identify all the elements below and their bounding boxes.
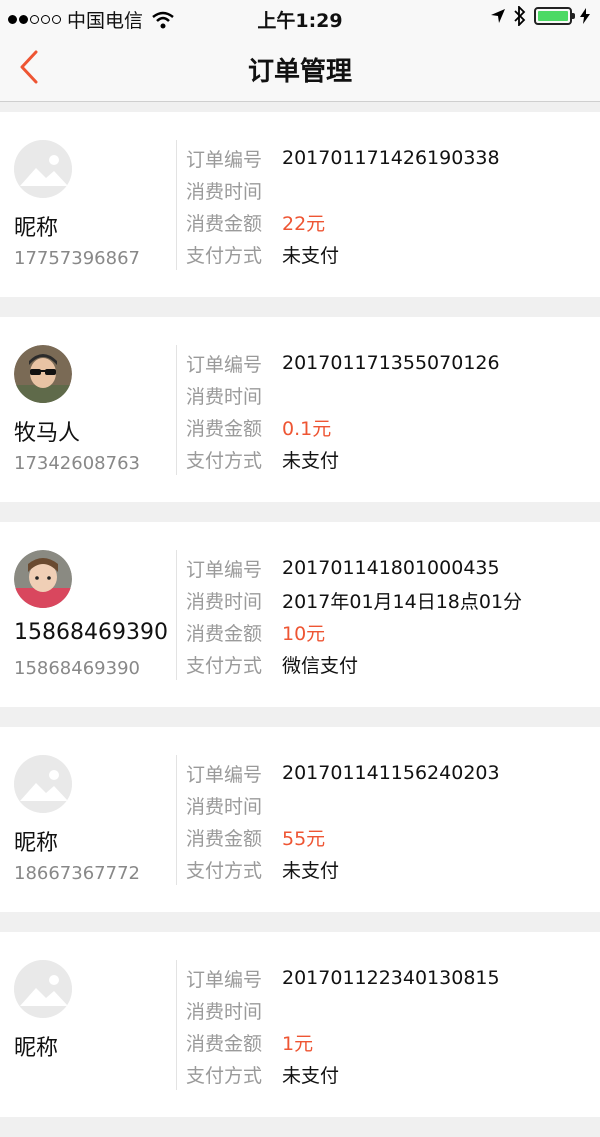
time-row: 消费时间 [186,789,500,821]
phone-number: 18667367772 [14,863,140,884]
order-info: 订单编号 201701141801000435 消费时间 2017年01月14日… [186,552,522,680]
phone-number: 17757396867 [14,248,140,269]
payment-label: 支付方式 [186,859,263,882]
amount-value: 10元 [282,622,326,645]
order-info: 订单编号 201701171426190338 消费时间 消费金额 22元 支付… [186,142,500,270]
payment-row: 支付方式 未支付 [186,1058,500,1090]
avatar [14,960,72,1018]
navigation-bar: 订单管理 [0,34,600,102]
status-bar: 中国电信 上午1:29 [0,0,600,34]
placeholder-image-icon [14,140,72,198]
amount-row: 消费金额 22元 [186,206,500,238]
order-no-value: 201701171355070126 [282,352,500,374]
payment-value: 未支付 [282,1064,340,1087]
divider [176,755,177,885]
avatar [14,345,72,403]
divider [176,960,177,1090]
amount-label: 消费金额 [186,622,263,645]
time-row: 消费时间 [186,994,500,1026]
time-label: 消费时间 [186,590,263,613]
placeholder-image-icon [14,755,72,813]
time-row: 消费时间 [186,379,500,411]
order-no-row: 订单编号 201701141156240203 [186,757,500,789]
phone-number: 17342608763 [14,453,140,474]
payment-value: 未支付 [282,449,340,472]
phone-number: 15868469390 [14,658,140,679]
battery-icon [534,7,575,25]
nickname: 15868469390 [14,620,168,645]
nickname: 昵称 [14,1036,59,1061]
location-arrow-icon [491,9,505,23]
payment-row: 支付方式 微信支付 [186,648,522,680]
order-no-value: 201701171426190338 [282,147,500,169]
amount-label: 消费金额 [186,417,263,440]
order-info: 订单编号 201701122340130815 消费时间 消费金额 1元 支付方… [186,962,500,1090]
payment-row: 支付方式 未支付 [186,443,500,475]
amount-value: 55元 [282,827,326,850]
order-card[interactable]: 15868469390 15868469390 订单编号 20170114180… [0,522,600,707]
amount-value: 1元 [282,1032,314,1055]
amount-value: 0.1元 [282,417,332,440]
order-card[interactable]: 昵称 18667367772 订单编号 201701141156240203 消… [0,727,600,912]
order-no-label: 订单编号 [186,558,263,581]
payment-value: 未支付 [282,244,340,267]
order-no-label: 订单编号 [186,353,263,376]
order-no-label: 订单编号 [186,148,263,171]
divider [176,550,177,680]
time-value: 2017年01月14日18点01分 [282,590,523,613]
time-row: 消费时间 [186,174,500,206]
order-card[interactable]: 牧马人 17342608763 订单编号 201701171355070126 … [0,317,600,502]
amount-row: 消费金额 55元 [186,821,500,853]
payment-label: 支付方式 [186,1064,263,1087]
order-no-row: 订单编号 201701141801000435 [186,552,522,584]
amount-label: 消费金额 [186,1032,263,1055]
payment-value: 未支付 [282,859,340,882]
amount-row: 消费金额 0.1元 [186,411,500,443]
time-label: 消费时间 [186,180,263,203]
amount-value: 22元 [282,212,326,235]
payment-row: 支付方式 未支付 [186,853,500,885]
order-no-label: 订单编号 [186,763,263,786]
charging-bolt-icon [580,8,590,24]
amount-label: 消费金额 [186,212,263,235]
time-label: 消费时间 [186,795,263,818]
amount-row: 消费金额 10元 [186,616,522,648]
payment-label: 支付方式 [186,654,263,677]
payment-label: 支付方式 [186,244,263,267]
user-photo-icon [14,550,72,608]
nickname: 昵称 [14,831,59,856]
order-card[interactable]: 昵称 订单编号 201701122340130815 消费时间 消费金额 1元 … [0,932,600,1117]
user-photo-icon [14,345,72,403]
amount-label: 消费金额 [186,827,263,850]
avatar [14,755,72,813]
time-row: 消费时间 2017年01月14日18点01分 [186,584,522,616]
divider [176,345,177,475]
order-card[interactable]: 昵称 17757396867 订单编号 201701171426190338 消… [0,112,600,297]
amount-row: 消费金额 1元 [186,1026,500,1058]
order-info: 订单编号 201701141156240203 消费时间 消费金额 55元 支付… [186,757,500,885]
order-no-row: 订单编号 201701122340130815 [186,962,500,994]
page-title: 订单管理 [247,57,352,87]
status-right [490,6,590,26]
bluetooth-icon [514,6,526,26]
divider [176,140,177,270]
order-list: 昵称 17757396867 订单编号 201701171426190338 消… [0,112,600,1137]
order-no-row: 订单编号 201701171426190338 [186,142,500,174]
time-label: 消费时间 [186,1000,263,1023]
payment-row: 支付方式 未支付 [186,238,500,270]
payment-label: 支付方式 [186,449,263,472]
time-label: 消费时间 [186,385,263,408]
order-no-label: 订单编号 [186,968,263,991]
order-no-value: 201701141156240203 [282,762,500,784]
order-no-value: 201701141801000435 [282,557,500,579]
payment-value: 微信支付 [282,654,359,677]
nickname: 昵称 [14,216,59,241]
avatar [14,140,72,198]
nickname: 牧马人 [14,421,81,446]
avatar [14,550,72,608]
order-no-value: 201701122340130815 [282,967,500,989]
placeholder-image-icon [14,960,72,1018]
order-info: 订单编号 201701171355070126 消费时间 消费金额 0.1元 支… [186,347,500,475]
order-no-row: 订单编号 201701171355070126 [186,347,500,379]
